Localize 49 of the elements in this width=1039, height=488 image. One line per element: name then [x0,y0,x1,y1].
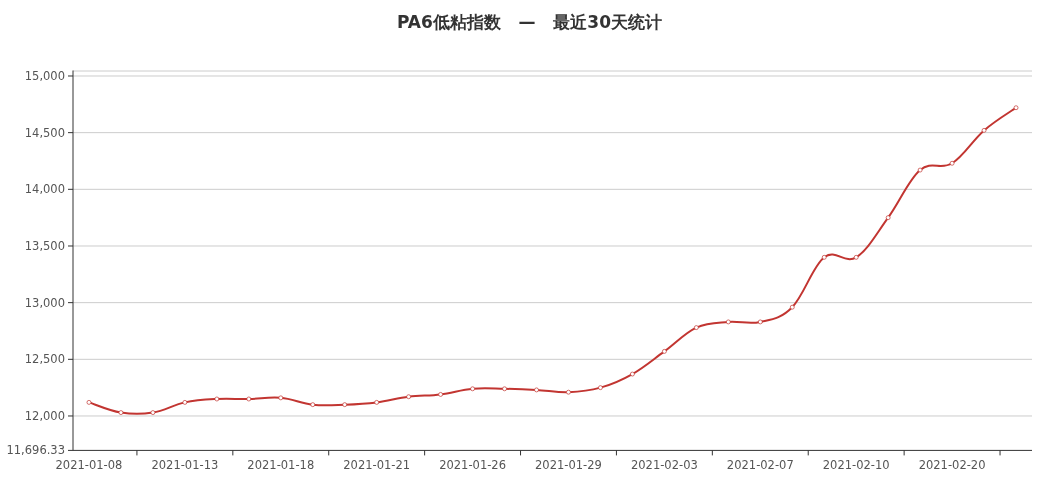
axis-label: 2021-01-26 [439,458,506,473]
data-point [597,385,603,391]
data-point [661,348,667,354]
data-point [629,371,635,377]
axis-label: 2021-01-18 [247,458,315,473]
axis-label: 2021-02-10 [822,458,890,473]
data-point [693,325,699,331]
data-point [438,391,444,397]
data-point [150,410,156,416]
data-point [885,215,891,221]
axis-label: 13,500 [24,239,65,253]
data-point [534,387,539,393]
data-point [406,394,412,400]
axis-label: 14,000 [24,182,65,197]
data-point [566,389,571,395]
axis-label: 15,000 [24,69,65,83]
chart-title: PA6低粘指数 — 最近30天统计 [395,11,663,34]
axis-label: 2021-01-13 [151,458,219,473]
data-point [246,396,252,402]
axis-label: 2021-02-03 [630,458,698,473]
axis-label: 2021-01-08 [55,458,123,473]
data-point [342,402,348,408]
data-point [374,399,380,405]
data-point [118,410,124,416]
data-point [182,399,188,405]
axis-label: 13,000 [24,295,65,310]
data-point [789,304,795,310]
data-point [310,402,316,408]
axis-label: 2021-01-21 [343,458,411,473]
data-point [502,386,508,392]
data-point [981,127,987,133]
axis-label: 12,000 [24,409,65,423]
data-point [853,254,859,260]
data-point [1013,105,1019,111]
axis-label: 2021-01-29 [535,458,602,473]
data-point [757,319,763,325]
data-point [470,386,476,392]
axis-label: 2021-02-07 [726,458,794,473]
data-point [86,399,92,405]
data-point [214,396,220,402]
axis-label: 11,696.33 [6,443,65,458]
data-point [278,395,284,401]
data-point [917,167,923,173]
data-point [821,254,827,260]
data-point [949,160,955,166]
axis-label: 2021-02-20 [918,458,986,473]
axis-label: 14,500 [24,125,65,140]
data-point [725,319,731,325]
axis-label: 12,500 [24,352,65,367]
